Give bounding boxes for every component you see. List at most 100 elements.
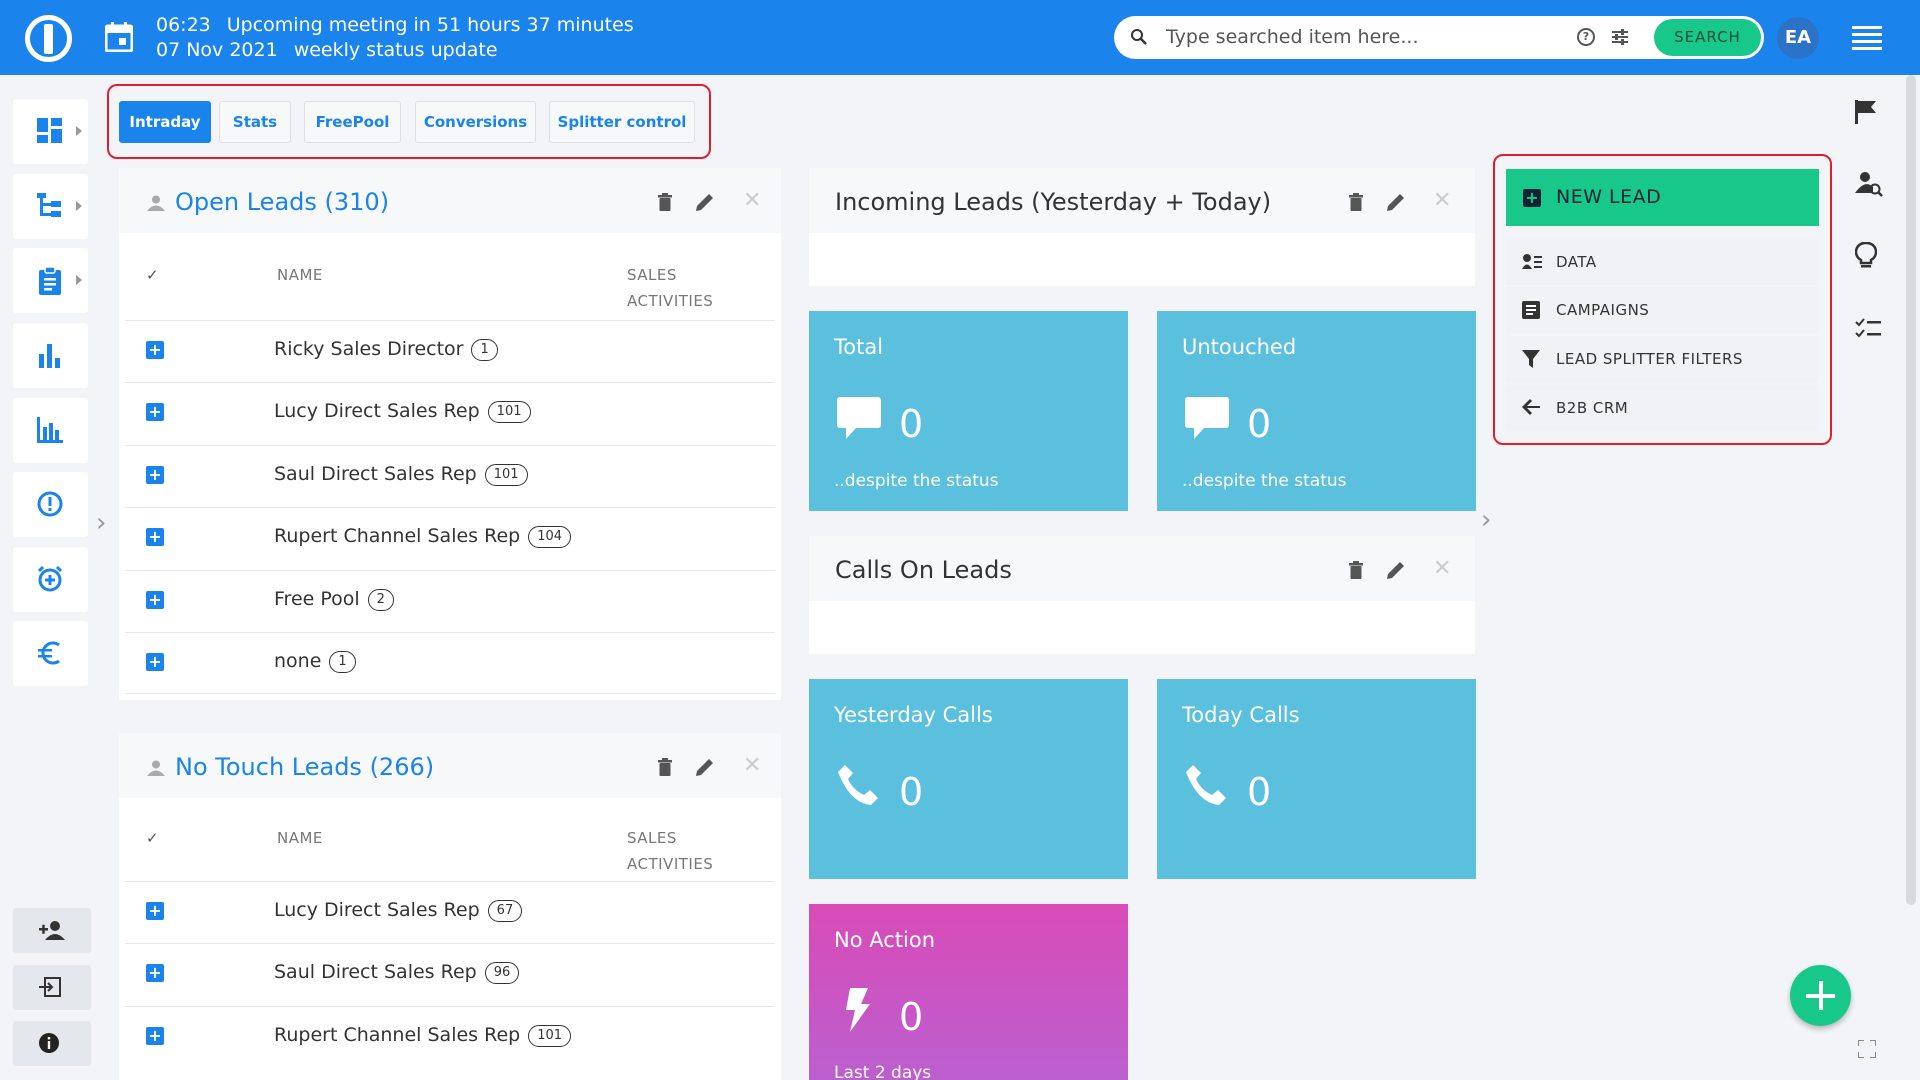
select-all-check[interactable]: ✓ [146,266,159,284]
meeting-detail-line[interactable]: 07 Nov 2021 weekly status update [156,39,498,61]
table-row[interactable]: + Rupert Channel Sales Rep 104 [125,507,775,569]
trash-icon[interactable] [1349,561,1363,579]
today-calls-tile[interactable]: Today Calls 0 [1157,679,1476,879]
expand-arrow-icon [76,201,82,211]
close-icon[interactable]: ✕ [1433,556,1451,581]
floating-add-button[interactable] [1790,965,1851,1026]
table-row[interactable]: + Saul Direct Sales Rep 101 [125,445,775,507]
b2b-crm-menu-item[interactable]: B2B CRM [1506,385,1819,431]
sidebar-info-button[interactable] [13,1021,91,1066]
data-menu-item[interactable]: DATA [1506,239,1819,285]
comment-icon [837,397,881,439]
close-icon[interactable]: ✕ [1433,188,1451,213]
current-date: 07 Nov 2021 [156,39,278,61]
total-tile[interactable]: Total 0 ..despite the status [809,311,1128,511]
expand-plus-icon[interactable]: + [146,341,164,359]
panel-title[interactable]: Open Leads (310) [175,188,389,216]
sidebar-add-user-button[interactable] [13,908,91,953]
sidebar-tasks-button[interactable] [13,248,88,313]
lead-splitter-filters-menu-item[interactable]: LEAD SPLITTER FILTERS [1506,336,1819,382]
column-header-name[interactable]: NAME [277,825,323,851]
expand-plus-icon[interactable]: + [146,466,164,484]
no-action-tile[interactable]: No Action 0 Last 2 days [809,904,1128,1080]
expand-plus-icon[interactable]: + [146,653,164,671]
sidebar-dashboard-button[interactable] [13,99,88,164]
table-row[interactable]: + Lucy Direct Sales Rep 67 [125,881,775,943]
tile-subtitle: ..despite the status [834,471,999,491]
search-options-icon[interactable] [1610,27,1630,47]
close-icon[interactable]: ✕ [743,188,761,213]
lightning-icon [846,988,870,1032]
pencil-icon[interactable] [1387,561,1405,579]
person-icon [147,195,165,211]
pencil-icon[interactable] [696,758,714,776]
expand-plus-icon[interactable]: + [146,964,164,982]
new-lead-button[interactable]: + NEW LEAD [1506,169,1819,226]
current-time: 06:23 [156,14,211,36]
fullscreen-icon[interactable] [1858,1040,1876,1058]
sidebar-finance-button[interactable] [13,621,88,686]
count-badge: 104 [528,526,572,548]
user-search-icon[interactable] [1855,171,1883,197]
tab-intraday[interactable]: Intraday [119,101,211,143]
untouched-tile[interactable]: Untouched 0 ..despite the status [1157,311,1476,511]
expand-plus-icon[interactable]: + [146,528,164,546]
expand-plus-icon[interactable]: + [146,902,164,920]
column-header-name[interactable]: NAME [277,262,323,288]
meeting-notice-line[interactable]: 06:23 Upcoming meeting in 51 hours 37 min… [156,14,634,36]
tile-value: 0 [899,995,924,1039]
select-all-check[interactable]: ✓ [146,829,159,847]
sidebar-login-button[interactable] [13,965,91,1010]
trash-icon[interactable] [658,193,672,211]
table-row[interactable]: + Rupert Channel Sales Rep 101 [125,1006,775,1068]
expand-plus-icon[interactable]: + [146,403,164,421]
sidebar-alarms-button[interactable] [13,547,88,612]
table-row[interactable]: + none 1 [125,632,775,694]
pencil-icon[interactable] [696,193,714,211]
tab-stats[interactable]: Stats [219,101,291,143]
search-input[interactable] [1166,22,1566,52]
hamburger-menu-icon[interactable] [1852,26,1882,50]
flag-icon[interactable] [1855,100,1877,124]
table-row[interactable]: + Free Pool 2 [125,570,775,632]
trash-icon[interactable] [1349,193,1363,211]
sidebar-analytics-button[interactable] [13,398,88,463]
campaigns-menu-item[interactable]: CAMPAIGNS [1506,287,1819,333]
expand-right-chevron-icon[interactable]: › [1481,505,1491,535]
trash-icon[interactable] [658,758,672,776]
sidebar-alerts-button[interactable] [13,472,88,537]
expand-plus-icon[interactable]: + [146,591,164,609]
lightbulb-icon[interactable] [1855,242,1877,270]
column-header-sales-activities[interactable]: SALES ACTIVITIES [627,262,737,314]
table-row[interactable]: + Saul Direct Sales Rep 96 [125,943,775,1005]
scrollbar[interactable] [1906,75,1916,905]
table-row[interactable]: + Ricky Sales Director 1 [125,320,775,382]
expand-plus-icon[interactable]: + [146,1027,164,1045]
checklist-icon[interactable] [1855,318,1881,340]
sidebar-reports-button[interactable] [13,323,88,388]
pencil-icon[interactable] [1387,193,1405,211]
row-owner-name: none [274,650,322,672]
search-box: ? SEARCH [1114,16,1764,59]
arrow-left-icon [1522,399,1540,415]
tile-subtitle: Last 2 days [834,1063,932,1080]
add-user-icon [39,921,65,940]
search-icon[interactable] [1130,28,1148,46]
app-logo-icon[interactable] [25,15,72,62]
tab-conversions[interactable]: Conversions [415,101,536,143]
tab-freepool[interactable]: FreePool [304,101,401,143]
column-header-sales-activities[interactable]: SALES ACTIVITIES [627,825,737,877]
alarm-clock-icon [37,566,63,592]
close-icon[interactable]: ✕ [743,753,761,778]
help-icon[interactable]: ? [1577,28,1595,46]
panel-title[interactable]: No Touch Leads (266) [175,753,434,781]
search-button[interactable]: SEARCH [1654,19,1761,56]
table-row[interactable]: + Lucy Direct Sales Rep 101 [125,382,775,444]
sidebar-hierarchy-button[interactable] [13,174,88,239]
sidebar-collapse-chevron-icon[interactable]: › [96,508,106,538]
count-badge: 67 [487,900,523,922]
calendar-icon[interactable] [105,22,133,52]
tab-splitter-control[interactable]: Splitter control [549,101,695,143]
user-avatar[interactable]: EA [1777,17,1819,59]
yesterday-calls-tile[interactable]: Yesterday Calls 0 [809,679,1128,879]
